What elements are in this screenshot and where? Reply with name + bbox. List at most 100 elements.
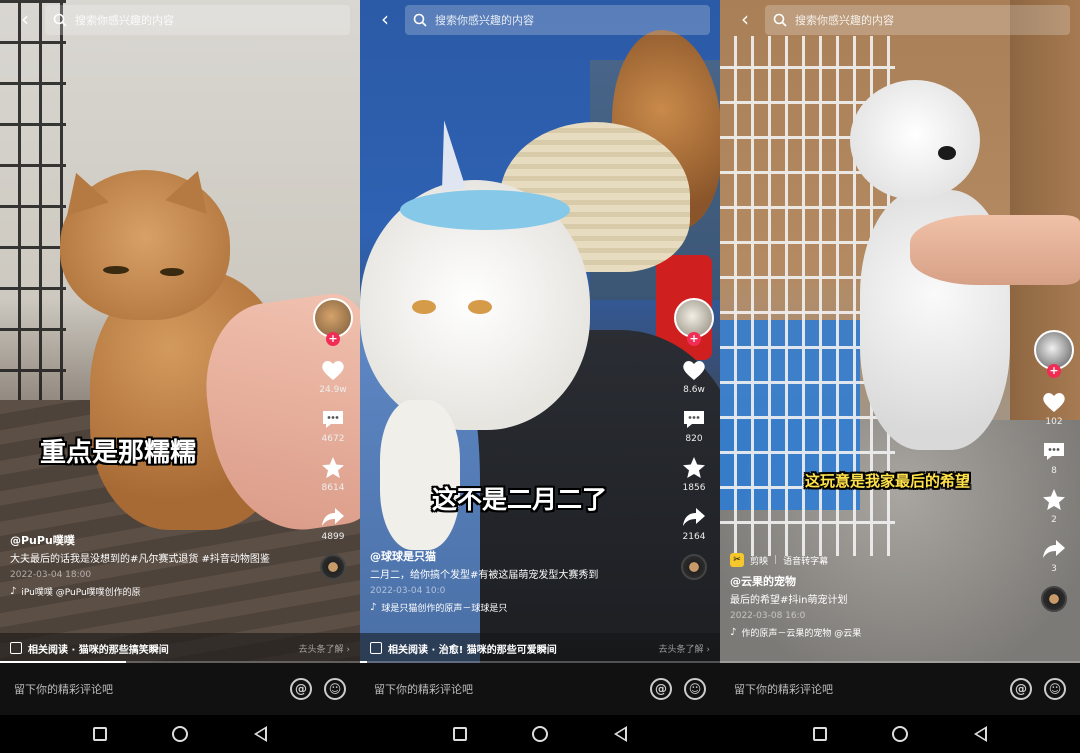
share-arrow-icon [683, 508, 705, 526]
related-link[interactable]: 去头条了解 › [299, 642, 350, 655]
favorite-count: 8614 [321, 483, 345, 493]
comment-icon [323, 411, 343, 428]
author-name[interactable]: @球球是只猫 [370, 548, 660, 564]
home-icon[interactable] [892, 726, 909, 742]
system-nav-bar [720, 715, 1080, 753]
star-icon [322, 457, 344, 478]
video-panel-3: 这玩意是我家最后的希望 ‹ 搜索你感兴趣的内容 + 102 8 2 3 ✂ 剪映… [720, 0, 1080, 753]
at-mention-icon[interactable]: @ [1010, 678, 1032, 700]
share-button[interactable]: 4899 [320, 505, 346, 542]
search-input[interactable]: 搜索你感兴趣的内容 [765, 5, 1070, 35]
recent-apps-icon[interactable] [452, 727, 467, 741]
music-row[interactable]: ♪ 作的原声－云果的宠物 @云果 [730, 626, 1020, 639]
search-input[interactable]: 搜索你感兴趣的内容 [45, 5, 350, 35]
author-avatar[interactable]: + [1034, 330, 1074, 378]
emoji-icon[interactable]: ☺ [1044, 678, 1066, 700]
at-mention-icon[interactable]: @ [290, 678, 312, 700]
search-icon [53, 13, 67, 27]
music-title: iPu噗噗 @PuPu噗噗创作的原 [21, 588, 141, 598]
cat-eye [160, 268, 184, 276]
like-button[interactable]: 24.9w [319, 358, 347, 395]
poodle-nose [938, 146, 956, 160]
follow-plus-icon[interactable]: + [687, 332, 701, 346]
share-count: 2164 [682, 532, 706, 542]
search-placeholder: 搜索你感兴趣的内容 [795, 14, 894, 27]
music-disc-icon[interactable] [320, 554, 346, 580]
comment-button[interactable]: 820 [681, 407, 707, 444]
music-disc-icon[interactable] [1041, 586, 1067, 612]
comment-input[interactable]: 留下你的精彩评论吧 [734, 681, 998, 697]
music-row[interactable]: ♪ iPu噗噗 @PuPu噗噗创作的原 [10, 585, 300, 598]
unicorn-horn [432, 118, 466, 192]
at-mention-icon[interactable]: @ [650, 678, 672, 700]
like-button[interactable]: 8.6w [681, 358, 707, 395]
music-note-icon: ♪ [730, 627, 737, 638]
comment-bar: 留下你的精彩评论吧 @ ☺ [0, 663, 360, 715]
favorite-button[interactable]: 1856 [681, 456, 707, 493]
follow-plus-icon[interactable]: + [326, 332, 340, 346]
back-icon[interactable]: ‹ [374, 8, 396, 30]
comment-button[interactable]: 4672 [320, 407, 346, 444]
comment-input[interactable]: 留下你的精彩评论吧 [374, 681, 638, 697]
author-name[interactable]: @PuPu噗噗 [10, 532, 300, 548]
comment-icon [1044, 443, 1064, 460]
back-nav-icon[interactable] [614, 726, 628, 742]
comment-count: 820 [685, 434, 703, 444]
top-bar: ‹ 搜索你感兴趣的内容 [720, 0, 1080, 40]
capcut-icon: ✂ [730, 553, 744, 567]
search-input[interactable]: 搜索你感兴趣的内容 [405, 5, 710, 35]
related-reading-bar[interactable]: 相关阅读 · 猫咪的那些搞笑瞬间 去头条了解 › [0, 633, 360, 663]
music-title: 作的原声－云果的宠物 @云果 [741, 629, 862, 639]
related-link[interactable]: 去头条了解 › [659, 642, 710, 655]
like-button[interactable]: 102 [1041, 390, 1067, 427]
share-button[interactable]: 3 [1041, 537, 1067, 574]
comment-bar: 留下你的精彩评论吧 @ ☺ [360, 663, 720, 715]
music-row[interactable]: ♪ 球是只猫创作的原声－球球是只 [370, 601, 660, 614]
favorite-button[interactable]: 2 [1041, 488, 1067, 525]
related-title: 相关阅读 · 猫咪的那些搞笑瞬间 [28, 644, 169, 656]
cat-eye [103, 266, 129, 274]
share-count: 4899 [321, 532, 345, 542]
author-avatar[interactable]: + [674, 298, 714, 346]
video-caption: 重点是那糯糯 [40, 438, 197, 468]
back-nav-icon[interactable] [974, 726, 988, 742]
home-icon[interactable] [172, 726, 189, 742]
pet-cage [0, 0, 66, 410]
related-reading-bar[interactable]: 相关阅读 · 治愈! 猫咪的那些可爱瞬间 去头条了解 › [360, 633, 720, 663]
back-icon[interactable]: ‹ [734, 8, 756, 30]
emoji-icon[interactable]: ☺ [324, 678, 346, 700]
video-panel-1: 重点是那糯糯 ‹ 搜索你感兴趣的内容 + 24.9w 4672 8614 489… [0, 0, 360, 753]
action-rail: + 8.6w 820 1856 2164 [671, 298, 717, 580]
back-icon[interactable]: ‹ [14, 8, 36, 30]
video-panel-2: 这不是二月二了 ‹ 搜索你感兴趣的内容 + 8.6w 820 1856 2164… [360, 0, 720, 753]
video-caption: 这玩意是我家最后的希望 [805, 472, 971, 490]
author-avatar[interactable]: + [313, 298, 353, 346]
emoji-icon[interactable]: ☺ [684, 678, 706, 700]
video-info: ✂ 剪映 | 语音转字幕 @云果的宠物 最后的希望#抖in萌宠计划 2022-0… [730, 553, 1020, 639]
music-note-icon: ♪ [370, 602, 377, 613]
edit-feature: 语音转字幕 [783, 556, 829, 567]
favorite-button[interactable]: 8614 [320, 456, 346, 493]
share-count: 3 [1051, 564, 1057, 574]
music-disc-icon[interactable] [681, 554, 707, 580]
back-nav-icon[interactable] [254, 726, 268, 742]
follow-plus-icon[interactable]: + [1047, 364, 1061, 378]
recent-apps-icon[interactable] [812, 727, 827, 741]
edit-tag-row[interactable]: ✂ 剪映 | 语音转字幕 [730, 553, 1020, 567]
video-description: 最后的希望#抖in萌宠计划 [730, 595, 848, 606]
home-icon[interactable] [532, 726, 549, 742]
cat-eye [468, 300, 492, 314]
video-description: 大夫最后的话我是没想到的#凡尔赛式退货 #抖音动物图鉴 [10, 554, 270, 565]
comment-button[interactable]: 8 [1041, 439, 1067, 476]
comment-count: 8 [1051, 466, 1057, 476]
search-icon [413, 13, 427, 27]
comment-input[interactable]: 留下你的精彩评论吧 [14, 681, 278, 697]
comment-count: 4672 [321, 434, 345, 444]
share-button[interactable]: 2164 [681, 505, 707, 542]
like-count: 102 [1045, 417, 1063, 427]
heart-icon [322, 361, 344, 380]
recent-apps-icon[interactable] [92, 727, 107, 741]
comment-bar: 留下你的精彩评论吧 @ ☺ [720, 663, 1080, 715]
cat-eye [412, 300, 436, 314]
author-name[interactable]: @云果的宠物 [730, 573, 1020, 589]
